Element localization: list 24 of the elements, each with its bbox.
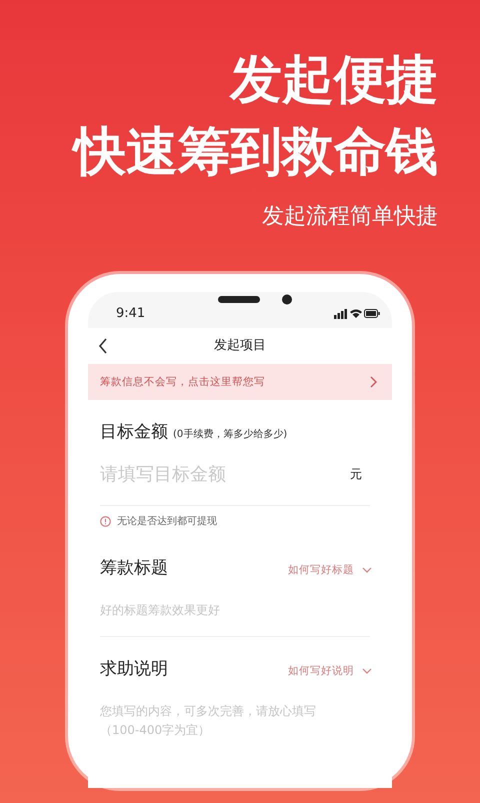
chevron-right-icon [370,376,377,388]
banner-text: 筹款信息不会写，点击这里帮您写 [100,375,265,389]
section-title: 求助说明 [100,658,168,680]
back-icon [98,338,108,354]
tips-link[interactable]: 如何写好说明 [288,664,372,678]
status-icons [334,308,380,318]
description-field[interactable]: 您填写的内容，可多次完善，请放心填写（100-400字为宜） [100,702,326,740]
section-note: (0手续费，筹多少给多少) [173,428,288,441]
headline: 快速筹到救命钱 [74,116,438,188]
section-title: 筹款标题 [100,557,168,579]
page-title: 发起项目 [214,337,266,354]
section-title: 目标金额 [100,421,168,443]
chevron-down-icon [362,567,372,573]
status-time: 9:41 [116,306,146,320]
tips-link[interactable]: 如何写好标题 [288,563,372,577]
unit-label: 元 [350,466,362,482]
hint-text: 无论是否达到都可提现 [117,514,217,528]
headline: 发起便捷 [230,49,438,112]
title-field[interactable]: 好的标题筹款效果更好 [100,601,380,620]
speaker-camera-icon [218,294,292,306]
help-banner[interactable]: 筹款信息不会写，点击这里帮您写 [88,364,392,400]
info-icon [100,516,111,526]
subtitle: 发起流程简单快捷 [262,203,438,231]
chevron-down-icon [362,668,372,674]
